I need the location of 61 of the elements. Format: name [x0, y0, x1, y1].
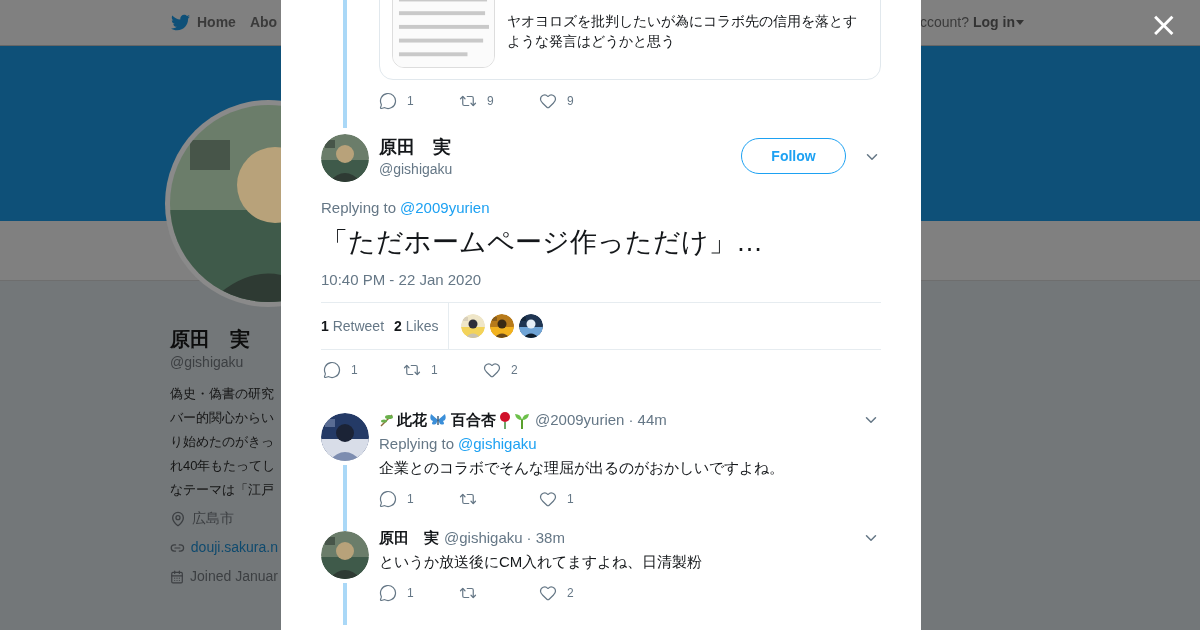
tweet-text: というか放送後にCM入れてますよね、日清製粉: [379, 552, 704, 572]
like-icon[interactable]: [539, 92, 557, 110]
leaf-icon: [379, 412, 395, 428]
count: 2: [511, 362, 518, 379]
reply-icon[interactable]: [323, 361, 341, 379]
tweet-time[interactable]: 10:40 PM - 22 Jan 2020: [321, 270, 881, 290]
login-link[interactable]: Log in: [973, 12, 1024, 33]
replying-label: Replying to: [379, 434, 455, 454]
count: 9: [567, 93, 574, 110]
sprout-icon: [514, 411, 530, 429]
user-name[interactable]: 百合杏: [451, 408, 496, 432]
rose-icon: [498, 411, 512, 429]
user-handle[interactable]: @gishigaku: [444, 526, 523, 550]
bio-line: れ40年もたってし: [170, 457, 277, 475]
timestamp[interactable]: · 44m: [628, 408, 667, 432]
reply-icon[interactable]: [379, 92, 397, 110]
tweet-text: 「ただホームページ作っただけ」…: [321, 226, 764, 259]
like-icon[interactable]: [539, 584, 557, 602]
user-name[interactable]: 此花: [397, 408, 427, 432]
count: 1: [407, 491, 414, 508]
like-count[interactable]: 2 Likes: [394, 315, 439, 337]
retweet-count[interactable]: 1 Retweet: [321, 315, 385, 337]
count: 2: [567, 585, 574, 602]
location-icon: [170, 510, 186, 527]
bio-line: 偽史・偽書の研究: [170, 385, 275, 403]
user-name[interactable]: 原田 実: [379, 526, 439, 550]
count: 1: [407, 585, 414, 602]
calendar-icon: [170, 568, 185, 585]
quoted-card[interactable]: ヤオヨロズを批判したいが為にコラボ先の信用を落とす ような発言はどうかと思う: [379, 0, 881, 80]
profile-name: 原田 実: [170, 327, 251, 352]
caret-icon: [1016, 20, 1024, 25]
profile-handle: @gishigaku: [170, 353, 245, 372]
bio-line: り始めたのがきっ: [170, 433, 275, 451]
nav-link[interactable]: Home: [171, 12, 236, 33]
timestamp[interactable]: · 38m: [526, 526, 565, 550]
like-icon[interactable]: [483, 361, 501, 379]
count: 1: [407, 93, 414, 110]
close-button[interactable]: ×: [1149, 6, 1178, 42]
mention-link[interactable]: @gishigaku: [458, 434, 537, 454]
bird-icon: [171, 13, 190, 32]
user-name[interactable]: 原田 実: [379, 135, 453, 159]
quoted-text-line: ような発言はどうかと思う: [507, 32, 676, 51]
account-prompt: ccount?: [919, 13, 969, 32]
like-icon[interactable]: [539, 490, 557, 508]
bio-line: バー的関心からい: [170, 409, 275, 427]
count: 1: [567, 491, 574, 508]
user-handle[interactable]: @2009yurien: [535, 408, 625, 432]
count: 1: [431, 362, 438, 379]
mention-link[interactable]: @2009yurien: [400, 198, 490, 218]
tweet-text: 企業とのコラボでそんな理屈が出るのがおかしいですよね。: [379, 458, 785, 478]
reply-icon[interactable]: [379, 584, 397, 602]
count: 1: [351, 362, 358, 379]
user-handle[interactable]: @gishigaku: [379, 159, 453, 179]
count: 9: [487, 93, 494, 110]
bio-line: なテーマは「江戸: [170, 481, 275, 499]
nav-link[interactable]: Abo: [249, 12, 278, 33]
joined-text: Joined Januar: [190, 567, 278, 586]
reply-icon[interactable]: [379, 490, 397, 508]
quoted-text-line: ヤオヨロズを批判したいが為にコラボ先の信用を落とす: [507, 12, 857, 31]
butterfly-icon: [429, 412, 447, 428]
replying-label: Replying to: [321, 198, 397, 218]
